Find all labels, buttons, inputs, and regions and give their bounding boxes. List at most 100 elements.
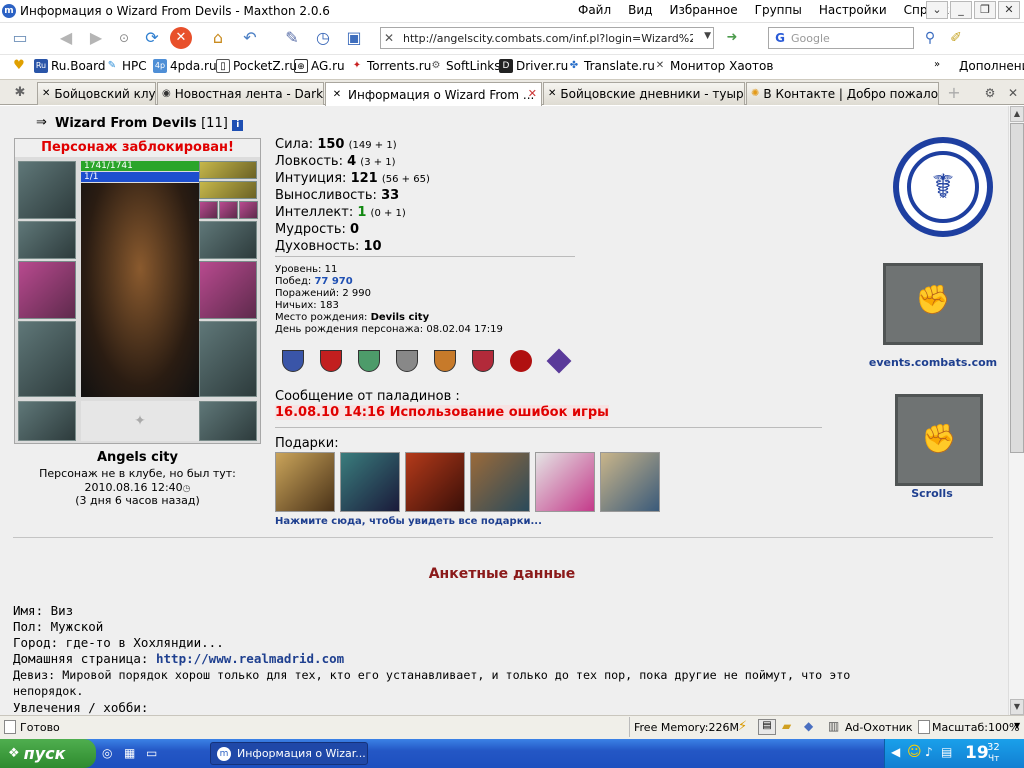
more-bookmarks-icon[interactable]: » (934, 59, 940, 70)
menu-view[interactable]: Вид (628, 3, 652, 17)
badge-shield-icon[interactable] (434, 350, 456, 372)
close-button[interactable]: ✕ (998, 1, 1020, 19)
address-bar[interactable]: ✕ http://angelscity.combats.com/inf.pl?l… (380, 27, 714, 49)
gift-emblem-icon[interactable] (275, 452, 335, 512)
stop-icon[interactable]: ✕ (170, 27, 192, 49)
badge-shield-icon[interactable] (320, 350, 342, 372)
scrolls-link[interactable]: Scrolls (895, 487, 969, 500)
history-dropdown-icon[interactable]: ⊙ (112, 26, 136, 50)
tray-language-icon[interactable]: ▤ (941, 745, 952, 759)
tab-fight-club[interactable]: ✕ Бойцовский клуб (37, 82, 156, 105)
scroll-up-icon[interactable]: ▲ (1010, 106, 1024, 122)
bookmark-driver[interactable]: D Driver.ru (499, 59, 568, 73)
favorites-icon[interactable]: ♥ (12, 59, 29, 73)
gift-chest-icon[interactable] (470, 452, 530, 512)
quicklaunch-maxthon-icon[interactable]: ◎ (102, 746, 112, 760)
tab-menu-icon[interactable]: ⚙ (978, 81, 1002, 105)
tab-wizard-info[interactable]: ✕ Информация о Wizard From ... ✕ (325, 82, 542, 106)
undo-close-icon[interactable]: ↶ (238, 26, 262, 50)
address-dropdown-icon[interactable]: ▼ (704, 31, 711, 41)
restore-button[interactable]: ❐ (974, 1, 996, 19)
scroll-thumb[interactable] (1010, 123, 1024, 453)
refresh-icon[interactable]: ⟳ (140, 26, 164, 50)
bookmark-4pda[interactable]: 4p 4pda.ru (153, 59, 217, 73)
zoom-level[interactable]: Масштаб:100% (932, 721, 1019, 734)
helmet-slot[interactable] (18, 161, 76, 219)
scrolls-banner-icon[interactable]: ✊ (895, 394, 983, 486)
clock-icon[interactable]: ◷ (311, 26, 335, 50)
tray-expand-icon[interactable]: ◀ (891, 745, 900, 759)
badge-star-icon[interactable] (546, 348, 572, 374)
ring1-slot[interactable] (199, 201, 218, 219)
bookmark-ag[interactable]: ⊕ AG.ru (294, 59, 345, 73)
gift-jester-hat-icon[interactable] (535, 452, 595, 512)
belt-slot[interactable] (18, 401, 76, 441)
zoom-dropdown-icon[interactable]: ▼ (1014, 721, 1020, 730)
tray-smiley-icon[interactable]: ☺ (907, 744, 922, 760)
adhunter-label[interactable]: Ad-Охотник (845, 721, 913, 734)
minimize-button[interactable]: _ (950, 1, 972, 19)
highlight-icon[interactable]: ✐ (944, 26, 968, 50)
search-icon[interactable]: ⚲ (918, 26, 942, 50)
bookmark-pocketz[interactable]: ▯ PocketZ.ru (216, 59, 297, 73)
badge-shield-icon[interactable] (396, 350, 418, 372)
bookmark-monitor[interactable]: ✕ Монитор Хаотов (653, 59, 774, 73)
boots-slot[interactable] (199, 401, 257, 441)
tray-volume-icon[interactable]: ♪ (925, 745, 933, 759)
earring-slot[interactable] (199, 161, 257, 179)
offhand-slot[interactable] (199, 261, 257, 319)
window-icon[interactable]: ▤ (758, 719, 776, 735)
back-icon[interactable]: ◀ (54, 26, 78, 50)
menu-favorites[interactable]: Избранное (669, 3, 737, 17)
bookmark-torrents[interactable]: ✦ Torrents.ru (350, 59, 432, 73)
quicklaunch-color-icon[interactable]: ▦ (124, 746, 135, 760)
scroll-down-icon[interactable]: ▼ (1010, 699, 1024, 715)
home-icon[interactable]: ⌂ (206, 26, 230, 50)
gift-tome-icon[interactable] (405, 452, 465, 512)
badge-medal-icon[interactable] (510, 350, 532, 372)
google-icon[interactable]: G (769, 31, 791, 45)
tab-darkclan[interactable]: ◉Новостная лента - DarkClan (157, 82, 324, 105)
start-button[interactable]: ❖ пуск (0, 739, 96, 768)
go-icon[interactable]: ➜ (720, 26, 744, 50)
collapse-icon[interactable]: ⌄ (926, 1, 948, 19)
menu-settings[interactable]: Настройки (819, 3, 887, 17)
bookmark-translate[interactable]: ✤ Translate.ru (567, 59, 655, 73)
bookmark-ruboard[interactable]: Ru Ru.Board (34, 59, 106, 73)
search-box[interactable]: G Google (768, 27, 914, 49)
info-icon[interactable]: i (232, 120, 244, 131)
menu-groups[interactable]: Группы (755, 3, 802, 17)
vertical-scrollbar[interactable]: ▲ ▼ (1008, 106, 1024, 715)
tab-vkontakte[interactable]: ✺В Контакте | Добро пожаловать (746, 82, 939, 105)
folder-icon[interactable]: ▰ (782, 719, 791, 733)
search-placeholder[interactable]: Google (791, 32, 830, 45)
homepage-link[interactable]: http://www.realmadrid.com (156, 651, 344, 666)
quicklaunch-desktop-icon[interactable]: ▭ (146, 746, 157, 760)
eraser-icon[interactable]: ◆ (804, 719, 813, 733)
bracers-slot[interactable] (18, 221, 76, 259)
gift-shield-icon[interactable] (600, 452, 660, 512)
badge-shield-icon[interactable] (472, 350, 494, 372)
clan-logo[interactable]: ☤ (893, 137, 993, 237)
taskbar-window-button[interactable]: m Информация о Wizar... (210, 742, 368, 765)
events-link[interactable]: events.combats.com (866, 356, 1000, 369)
gift-book-icon[interactable] (340, 452, 400, 512)
armor-slot[interactable] (18, 321, 76, 397)
addons-button[interactable]: Дополнения (959, 59, 1024, 73)
close-tab-icon[interactable]: ✕ (1001, 81, 1024, 105)
badge-shield-icon[interactable] (282, 350, 304, 372)
new-tab-icon[interactable]: + (942, 81, 966, 105)
tab-diaries[interactable]: ✕Бойцовские дневники - туыр - ... (543, 82, 745, 105)
gloves-slot[interactable] (199, 221, 257, 259)
lightning-icon[interactable]: ⚡ (738, 719, 747, 734)
bookmark-softlinks[interactable]: ⚙ SoftLinks (429, 59, 501, 73)
ring2-slot[interactable] (219, 201, 238, 219)
weapon-slot[interactable] (18, 261, 76, 319)
forward-icon[interactable]: ▶ (84, 26, 108, 50)
tools-icon[interactable]: ✎ (280, 26, 304, 50)
screenshot-icon[interactable]: ▣ (342, 26, 366, 50)
address-url[interactable]: http://angelscity.combats.com/inf.pl?log… (403, 32, 693, 45)
ring3-slot[interactable] (239, 201, 258, 219)
tab-star-icon[interactable]: ✱ (8, 81, 32, 105)
events-banner-icon[interactable]: ✊ (883, 263, 983, 345)
